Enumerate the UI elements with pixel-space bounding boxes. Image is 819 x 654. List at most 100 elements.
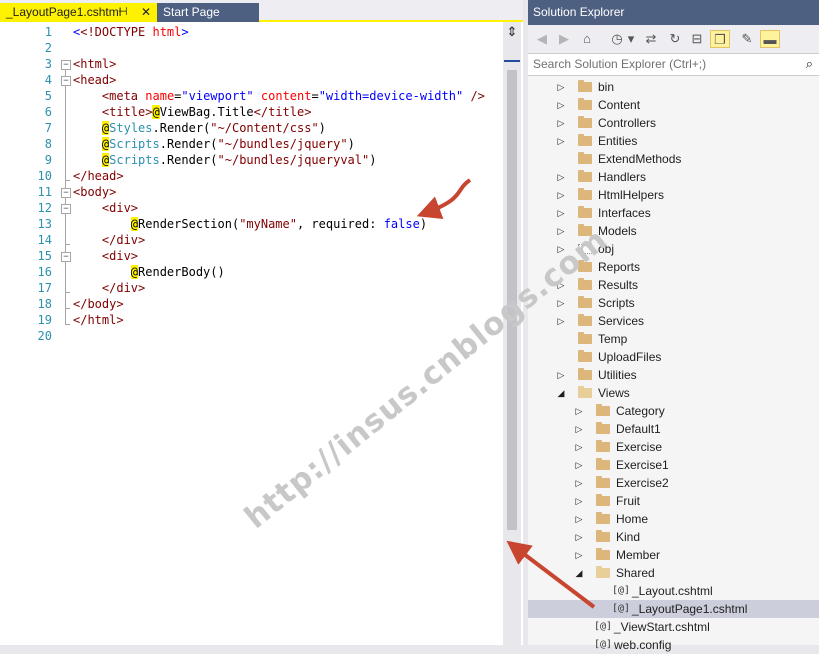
collapse-icon[interactable]: ◢ xyxy=(556,384,566,402)
open-folder-icon xyxy=(578,386,592,398)
folder-icon xyxy=(578,278,592,290)
tab-start-page[interactable]: Start Page xyxy=(157,3,259,22)
tree-item[interactable]: ▷ Member xyxy=(528,546,819,564)
tree-item[interactable]: ◢ Views xyxy=(528,384,819,402)
code-area[interactable]: ><<!DOCTYPE html> <html> <head> <meta na… xyxy=(73,24,485,344)
tree-item[interactable]: Temp xyxy=(528,330,819,348)
pin-icon[interactable]: ⊣ xyxy=(118,3,128,22)
expand-icon[interactable]: ▷ xyxy=(574,492,584,510)
refresh-icon[interactable]: ↻ xyxy=(666,30,684,48)
tree-item[interactable]: UploadFiles xyxy=(528,348,819,366)
code-line-7: @Styles.Render("~/Content/css") xyxy=(101,121,326,135)
expand-icon[interactable]: ▷ xyxy=(556,186,566,204)
collapse-html-icon[interactable]: − xyxy=(61,60,71,70)
collapse-head-icon[interactable]: − xyxy=(61,76,71,86)
expand-icon[interactable]: ▷ xyxy=(574,402,584,420)
tab-label: Start Page xyxy=(163,5,220,19)
expand-icon[interactable]: ▷ xyxy=(556,78,566,96)
tree-item[interactable]: ▷ Default1 xyxy=(528,420,819,438)
collapse-body-icon[interactable]: − xyxy=(61,188,71,198)
tree-item[interactable]: ▷ Utilities xyxy=(528,366,819,384)
expand-icon[interactable]: ▷ xyxy=(556,312,566,330)
tree-item[interactable]: [@] _ViewStart.cshtml xyxy=(528,618,819,636)
line-number: 16 xyxy=(37,265,52,279)
code-editor[interactable]: _LayoutPage1.cshtml ⊣ ✕ Start Page 12345… xyxy=(0,0,523,645)
collapse-div-icon[interactable]: − xyxy=(61,252,71,262)
tree-item[interactable]: ▷ Exercise2 xyxy=(528,474,819,492)
line-number: 8 xyxy=(44,137,52,151)
expand-icon[interactable]: ▷ xyxy=(574,510,584,528)
collapse-icon[interactable]: ⊟ xyxy=(688,30,706,48)
folder-icon xyxy=(578,368,592,380)
tree-item[interactable]: ▷ bin xyxy=(528,78,819,96)
collapse-icon[interactable]: ◢ xyxy=(574,564,584,582)
tree-item[interactable]: ▷ Handlers xyxy=(528,168,819,186)
tree-item[interactable]: ▷ Content xyxy=(528,96,819,114)
tree-item[interactable]: ▷ Models xyxy=(528,222,819,240)
scrollbar-thumb[interactable] xyxy=(507,70,517,530)
show-files-icon[interactable]: ❐ xyxy=(710,30,730,48)
expand-icon[interactable]: ▷ xyxy=(574,546,584,564)
expand-icon[interactable]: ▷ xyxy=(556,96,566,114)
tree-item[interactable]: ▷ Services xyxy=(528,312,819,330)
tree-item[interactable]: ▷ Results xyxy=(528,276,819,294)
tree-item[interactable]: ◢ Shared xyxy=(528,564,819,582)
tree-item-label: bin xyxy=(598,80,615,94)
tree-item[interactable]: ▷ Fruit xyxy=(528,492,819,510)
tree-item[interactable]: ▷ HtmlHelpers xyxy=(528,186,819,204)
close-icon[interactable]: ✕ xyxy=(141,3,151,22)
tree-item[interactable]: ▷ Exercise xyxy=(528,438,819,456)
tree-item[interactable]: [@] _Layout.cshtml xyxy=(528,582,819,600)
folder-icon xyxy=(578,332,592,344)
expand-icon[interactable]: ▷ xyxy=(556,294,566,312)
tree-item[interactable]: ▷ obj xyxy=(528,240,819,258)
expand-icon[interactable]: ▷ xyxy=(574,528,584,546)
tree-item[interactable]: ▷ Interfaces xyxy=(528,204,819,222)
home-icon[interactable]: ⌂ xyxy=(578,30,596,48)
tree-item[interactable]: ▷ Kind xyxy=(528,528,819,546)
tree-item[interactable]: ExtendMethods xyxy=(528,150,819,168)
tree-item[interactable]: ▷ Controllers xyxy=(528,114,819,132)
tree-item[interactable]: ▷ Entities xyxy=(528,132,819,150)
expand-icon[interactable]: ▷ xyxy=(574,438,584,456)
expand-icon[interactable]: ▷ xyxy=(556,240,566,258)
line-number: 20 xyxy=(37,329,52,343)
expand-icon[interactable]: ▷ xyxy=(556,114,566,132)
split-window-icon[interactable]: ⇕ xyxy=(503,24,521,40)
tree-item[interactable]: Reports xyxy=(528,258,819,276)
tree-item-label: Exercise xyxy=(616,440,663,454)
folder-icon xyxy=(578,350,592,362)
search-icon[interactable]: ⌕ xyxy=(806,54,813,74)
code-line-8: @Scripts.Render("~/bundles/jquery") xyxy=(101,137,355,151)
dropdown-icon[interactable]: ▾ xyxy=(626,30,636,48)
back-icon[interactable]: ◀ xyxy=(534,30,550,48)
code-line-14: </div> xyxy=(101,233,146,247)
expand-icon[interactable]: ▷ xyxy=(556,222,566,240)
forward-icon[interactable]: ▶ xyxy=(556,30,572,48)
tree-item[interactable]: ▷ Home xyxy=(528,510,819,528)
history-icon[interactable]: ◷ xyxy=(609,30,625,48)
folder-icon xyxy=(578,206,592,218)
tab-layoutpage1[interactable]: _LayoutPage1.cshtml ⊣ ✕ xyxy=(0,3,157,22)
expand-icon[interactable]: ▷ xyxy=(574,474,584,492)
tree-item[interactable]: [@] _LayoutPage1.cshtml xyxy=(528,600,819,618)
collapse-div-icon[interactable]: − xyxy=(61,204,71,214)
tree-item[interactable]: ▷ Category xyxy=(528,402,819,420)
tree-item[interactable]: ▷ Scripts xyxy=(528,294,819,312)
tree-item[interactable]: ▷ Exercise1 xyxy=(528,456,819,474)
properties-icon[interactable]: ✎ xyxy=(738,30,756,48)
cshtml-file-icon: [@] xyxy=(594,621,613,632)
expand-icon[interactable]: ▷ xyxy=(556,366,566,384)
preview-icon[interactable]: ▬ xyxy=(760,30,780,48)
expand-icon[interactable]: ▷ xyxy=(574,420,584,438)
expand-icon[interactable]: ▷ xyxy=(556,276,566,294)
expand-icon[interactable]: ▷ xyxy=(556,132,566,150)
expand-icon[interactable]: ▷ xyxy=(556,168,566,186)
expand-icon[interactable]: ▷ xyxy=(574,456,584,474)
tree-item[interactable]: [@] web.config xyxy=(528,636,819,654)
sync-icon[interactable]: ⇄ xyxy=(642,30,660,48)
expand-icon[interactable]: ▷ xyxy=(556,204,566,222)
vertical-scrollbar[interactable] xyxy=(503,22,521,645)
search-input[interactable]: Search Solution Explorer (Ctrl+;) ⌕ xyxy=(528,53,819,76)
